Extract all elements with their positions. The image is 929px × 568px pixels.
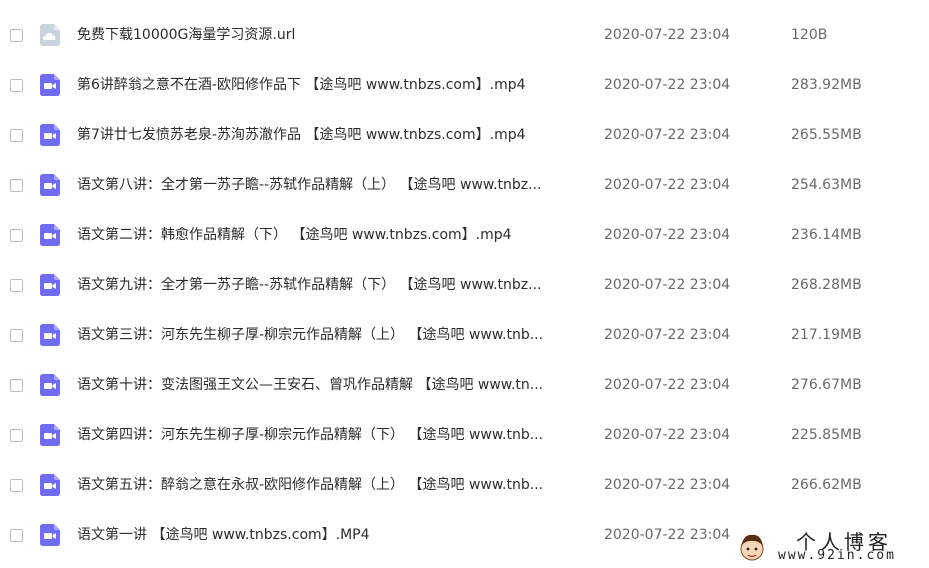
file-row[interactable]: 第6讲醉翁之意不在酒-欧阳修作品下 【途鸟吧 www.tnbzs.com】.mp… — [0, 61, 929, 111]
file-list: 免费下载10000G海量学习资源.url 2020-07-22 23:04 120B… — [0, 0, 929, 568]
file-row[interactable]: 第7讲廿七发愤苏老泉-苏洵苏澈作品 【途鸟吧 www.tnbzs.com】.mp… — [0, 111, 929, 161]
file-date: 2020-07-22 23:04 — [604, 327, 731, 343]
file-date: 2020-07-22 23:04 — [604, 377, 731, 393]
video-file-icon — [40, 74, 62, 96]
video-file-icon — [40, 474, 62, 496]
file-size: 225.85MB — [791, 427, 862, 443]
file-checkbox[interactable] — [10, 279, 23, 292]
file-name[interactable]: 语文第十讲：变法图强王文公—王安石、曾巩作品精解 【途鸟吧 www.tn... — [77, 374, 577, 396]
video-file-icon — [40, 224, 62, 246]
file-date: 2020-07-22 23:04 — [604, 277, 731, 293]
watermark: 个人博客 www.92in.com — [736, 524, 929, 568]
file-date: 2020-07-22 23:04 — [604, 27, 731, 43]
file-name[interactable]: 语文第三讲：河东先生柳子厚-柳宗元作品精解（上） 【途鸟吧 www.tnb... — [77, 324, 577, 346]
watermark-face-icon — [738, 532, 766, 562]
file-date: 2020-07-22 23:04 — [604, 427, 731, 443]
file-date: 2020-07-22 23:04 — [604, 127, 731, 143]
file-date: 2020-07-22 23:04 — [604, 477, 731, 493]
file-size: 276.67MB — [791, 377, 862, 393]
file-name[interactable]: 免费下载10000G海量学习资源.url — [77, 24, 577, 46]
file-name[interactable]: 语文第五讲：醉翁之意在永叔-欧阳修作品精解（上） 【途鸟吧 www.tnb... — [77, 474, 577, 496]
file-name[interactable]: 语文第一讲 【途鸟吧 www.tnbzs.com】.MP4 — [77, 524, 577, 546]
file-size: 236.14MB — [791, 227, 862, 243]
file-row[interactable]: 语文第九讲：全才第一苏子瞻--苏轼作品精解（下） 【途鸟吧 www.tnbz..… — [0, 261, 929, 311]
file-size: 283.92MB — [791, 77, 862, 93]
video-file-icon — [40, 324, 62, 346]
file-checkbox[interactable] — [10, 29, 23, 42]
file-size: 266.62MB — [791, 477, 862, 493]
file-checkbox[interactable] — [10, 379, 23, 392]
file-row[interactable]: 语文第二讲：韩愈作品精解（下） 【途鸟吧 www.tnbzs.com】.mp4 2… — [0, 211, 929, 261]
file-size: 254.63MB — [791, 177, 862, 193]
file-row[interactable]: 语文第三讲：河东先生柳子厚-柳宗元作品精解（上） 【途鸟吧 www.tnb...… — [0, 311, 929, 361]
file-row[interactable]: 语文第八讲：全才第一苏子瞻--苏轼作品精解（上） 【途鸟吧 www.tnbz..… — [0, 161, 929, 211]
file-checkbox[interactable] — [10, 429, 23, 442]
file-date: 2020-07-22 23:04 — [604, 527, 731, 543]
watermark-url: www.92in.com — [778, 548, 896, 563]
file-checkbox[interactable] — [10, 479, 23, 492]
file-checkbox[interactable] — [10, 129, 23, 142]
file-name[interactable]: 语文第八讲：全才第一苏子瞻--苏轼作品精解（上） 【途鸟吧 www.tnbz..… — [77, 174, 577, 196]
video-file-icon — [40, 524, 62, 546]
file-date: 2020-07-22 23:04 — [604, 227, 731, 243]
file-name[interactable]: 语文第二讲：韩愈作品精解（下） 【途鸟吧 www.tnbzs.com】.mp4 — [77, 224, 577, 246]
file-row[interactable]: 语文第五讲：醉翁之意在永叔-欧阳修作品精解（上） 【途鸟吧 www.tnb...… — [0, 461, 929, 511]
file-name[interactable]: 语文第四讲：河东先生柳子厚-柳宗元作品精解（下） 【途鸟吧 www.tnb... — [77, 424, 577, 446]
file-size: 217.19MB — [791, 327, 862, 343]
url-file-icon — [40, 24, 62, 46]
file-checkbox[interactable] — [10, 229, 23, 242]
file-checkbox[interactable] — [10, 529, 23, 542]
file-row[interactable]: 语文第十讲：变法图强王文公—王安石、曾巩作品精解 【途鸟吧 www.tn... 2… — [0, 361, 929, 411]
file-name[interactable]: 语文第九讲：全才第一苏子瞻--苏轼作品精解（下） 【途鸟吧 www.tnbz..… — [77, 274, 577, 296]
file-row[interactable]: 免费下载10000G海量学习资源.url 2020-07-22 23:04 120B — [0, 11, 929, 61]
video-file-icon — [40, 124, 62, 146]
video-file-icon — [40, 174, 62, 196]
video-file-icon — [40, 424, 62, 446]
file-size: 268.28MB — [791, 277, 862, 293]
file-checkbox[interactable] — [10, 329, 23, 342]
file-date: 2020-07-22 23:04 — [604, 177, 731, 193]
file-name[interactable]: 第7讲廿七发愤苏老泉-苏洵苏澈作品 【途鸟吧 www.tnbzs.com】.mp… — [77, 124, 577, 146]
file-checkbox[interactable] — [10, 79, 23, 92]
file-size: 265.55MB — [791, 127, 862, 143]
video-file-icon — [40, 374, 62, 396]
file-row[interactable]: 语文第四讲：河东先生柳子厚-柳宗元作品精解（下） 【途鸟吧 www.tnb...… — [0, 411, 929, 461]
file-date: 2020-07-22 23:04 — [604, 77, 731, 93]
file-name[interactable]: 第6讲醉翁之意不在酒-欧阳修作品下 【途鸟吧 www.tnbzs.com】.mp… — [77, 74, 577, 96]
file-size: 120B — [791, 27, 828, 43]
file-checkbox[interactable] — [10, 179, 23, 192]
video-file-icon — [40, 274, 62, 296]
